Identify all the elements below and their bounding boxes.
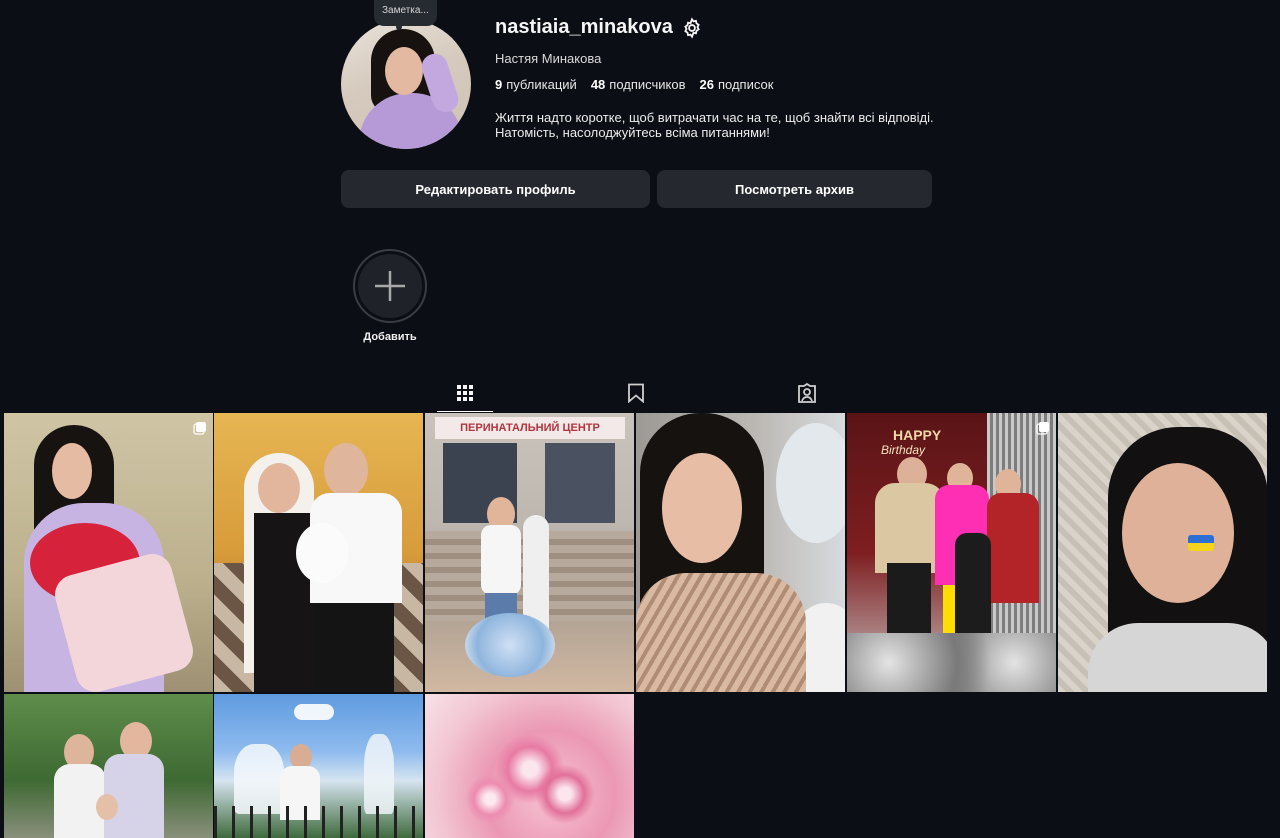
post-thumbnail[interactable] [1058,413,1267,692]
tagged-person-icon [798,383,816,403]
tab-tagged[interactable] [779,374,835,412]
post-thumbnail[interactable] [4,694,213,838]
perinatal-sign: ПЕРИНАТАЛЬНИЙ ЦЕНТР [435,417,625,439]
tab-posts[interactable] [437,374,493,412]
birthday-sign: Birthday [881,443,926,457]
edit-profile-button[interactable]: Редактировать профиль [341,170,650,208]
post-thumbnail[interactable] [214,694,423,838]
profile-tabs [437,374,837,412]
posts-stat: 9 публикаций [495,77,577,92]
profile-stats: 9 публикаций 48 подписчиков 26 подписок [495,77,773,92]
avatar[interactable] [341,19,471,149]
note-bubble[interactable]: Заметка... [374,0,437,30]
happy-sign: HAPPY [893,427,942,443]
grid-icon [457,384,473,401]
view-archive-button[interactable]: Посмотреть архив [657,170,932,208]
post-thumbnail[interactable] [425,694,634,838]
bookmark-icon [628,383,644,403]
following-stat[interactable]: 26 подписок [700,77,774,92]
post-thumbnail[interactable] [4,413,213,692]
multiple-photos-icon [193,422,206,435]
multiple-photos-icon [1036,422,1049,435]
profile-page: Заметка... nastiaia_minakova Настяя Мина… [0,0,1280,838]
followers-stat[interactable]: 48 подписчиков [591,77,686,92]
post-thumbnail[interactable]: ПЕРИНАТАЛЬНИЙ ЦЕНТР [425,413,634,692]
bio: Життя надто коротке, щоб витрачати час н… [495,110,934,140]
tab-saved[interactable] [608,374,664,412]
post-thumbnail[interactable] [636,413,845,692]
full-name: Настяя Минакова [495,51,602,66]
username: nastiaia_minakova [495,16,673,38]
add-highlight-circle[interactable] [353,249,427,323]
post-thumbnail[interactable]: HAPPY Birthday [847,413,1056,692]
plus-icon [375,271,405,301]
add-highlight-label: Добавить [363,331,417,343]
gear-icon[interactable] [681,16,703,39]
username-row: nastiaia_minakova [495,16,703,39]
add-highlight[interactable]: Добавить [353,249,427,343]
post-thumbnail[interactable] [214,413,423,692]
